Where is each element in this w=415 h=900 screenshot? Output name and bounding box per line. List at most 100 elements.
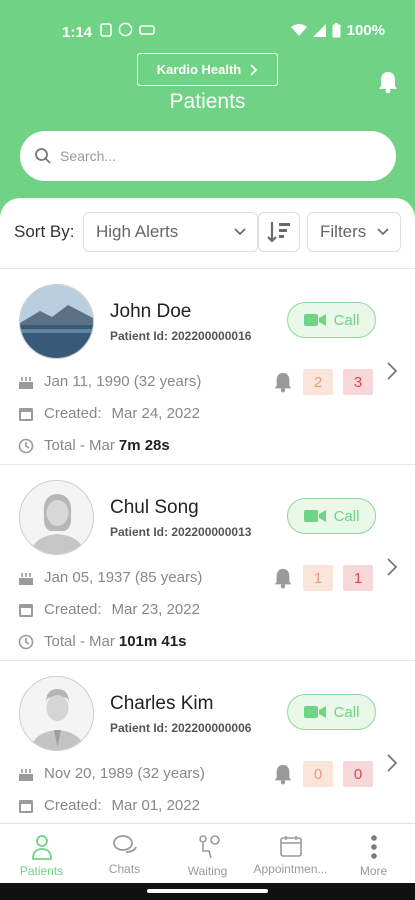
call-button[interactable]: Call bbox=[287, 498, 376, 534]
nav-chats[interactable]: Chats bbox=[83, 824, 166, 883]
video-camera-icon bbox=[303, 314, 326, 326]
search-icon bbox=[35, 148, 51, 164]
chevron-down-icon bbox=[377, 228, 389, 236]
patient-id: Patient Id: 202200000016 bbox=[110, 329, 252, 343]
birthday-cake-icon bbox=[19, 572, 33, 585]
total-value: 101m 41s bbox=[118, 633, 187, 650]
nav-label: Patients bbox=[19, 864, 64, 878]
video-camera-icon bbox=[303, 510, 326, 522]
nav-more[interactable]: More bbox=[332, 824, 415, 883]
patient-name: Chul Song bbox=[110, 497, 199, 518]
call-button[interactable]: Call bbox=[287, 694, 376, 730]
alert-high-badge: 1 bbox=[343, 565, 373, 591]
filters-label: Filters bbox=[320, 222, 367, 241]
calendar-icon bbox=[19, 407, 33, 421]
alert-bell-icon bbox=[274, 764, 292, 785]
home-gesture-handle[interactable] bbox=[147, 889, 268, 893]
search-bar[interactable] bbox=[20, 131, 396, 181]
chevron-right-icon bbox=[387, 754, 398, 772]
bottom-nav: Patients Chats Waiting Appointmen... Mor… bbox=[0, 823, 415, 883]
link-icon bbox=[139, 24, 155, 35]
sim-icon bbox=[100, 22, 112, 37]
video-camera-icon bbox=[303, 706, 326, 718]
patient-id: Patient Id: 202200000013 bbox=[110, 525, 252, 539]
avatar bbox=[19, 284, 94, 359]
nav-waiting[interactable]: Waiting bbox=[166, 824, 249, 883]
patient-card[interactable]: Chul Song Patient Id: 202200000013 Call … bbox=[0, 465, 415, 661]
status-notification-icons bbox=[100, 22, 155, 37]
gesture-bar bbox=[0, 883, 415, 900]
call-label: Call bbox=[333, 311, 360, 329]
alert-medium-badge: 0 bbox=[303, 761, 333, 787]
birthday-cake-icon bbox=[19, 376, 33, 389]
created-row: Created: Mar 23, 2022 bbox=[18, 601, 200, 618]
total-row: Total - Mar 101m 41s bbox=[18, 633, 186, 650]
total-label: Total - Mar bbox=[44, 633, 115, 650]
nav-patients[interactable]: Patients bbox=[0, 824, 83, 883]
dob-text: Jan 05, 1937 (85 years) bbox=[44, 569, 203, 586]
chevron-right-icon bbox=[387, 558, 398, 576]
alert-medium-badge: 1 bbox=[303, 565, 333, 591]
created-label: Created: bbox=[44, 601, 102, 618]
created-row: Created: Mar 01, 2022 bbox=[18, 797, 200, 814]
alert-bell-icon bbox=[274, 568, 292, 589]
patient-list: John Doe Patient Id: 202200000016 Call J… bbox=[0, 269, 415, 857]
brand-button-label: Kardio Health bbox=[156, 62, 242, 77]
created-label: Created: bbox=[44, 405, 102, 422]
call-button[interactable]: Call bbox=[287, 302, 376, 338]
alert-counts: 2 3 bbox=[273, 369, 373, 395]
nav-appointments[interactable]: Appointmen... bbox=[249, 824, 332, 883]
chat-bubbles-icon bbox=[112, 835, 137, 853]
dob-text: Nov 20, 1989 (32 years) bbox=[44, 765, 205, 782]
dob-text: Jan 11, 1990 (32 years) bbox=[44, 373, 202, 390]
alert-bell-icon bbox=[274, 372, 292, 393]
calendar-icon bbox=[19, 603, 33, 617]
calendar-icon bbox=[279, 836, 302, 857]
sort-bar: Sort By: High Alerts Filters bbox=[0, 210, 415, 256]
created-row: Created: Mar 24, 2022 bbox=[18, 405, 200, 422]
chevron-right-icon bbox=[387, 362, 398, 380]
chevron-right-icon bbox=[250, 63, 258, 76]
more-vertical-icon bbox=[370, 835, 377, 859]
status-right: 100% bbox=[290, 22, 385, 39]
wifi-icon bbox=[290, 24, 307, 36]
created-date: Mar 24, 2022 bbox=[111, 405, 200, 422]
status-bar: 1:14 100% bbox=[0, 0, 415, 60]
nav-label: Appointmen... bbox=[253, 862, 328, 876]
clock-icon bbox=[18, 634, 34, 649]
battery-percent: 100% bbox=[346, 22, 385, 39]
call-label: Call bbox=[333, 703, 360, 721]
sort-selected-value: High Alerts bbox=[96, 222, 179, 241]
total-row: Total - Mar 7m 28s bbox=[18, 437, 170, 454]
waiting-room-icon bbox=[198, 835, 220, 859]
sort-select[interactable]: High Alerts bbox=[83, 212, 258, 252]
dob-row: Nov 20, 1989 (32 years) bbox=[18, 765, 205, 782]
brand-button[interactable]: Kardio Health bbox=[137, 53, 278, 86]
nav-label: More bbox=[359, 864, 388, 878]
avatar bbox=[19, 676, 94, 751]
patients-sheet: Sort By: High Alerts Filters John Doe Pa… bbox=[0, 198, 415, 900]
patient-id: Patient Id: 202200000006 bbox=[110, 721, 252, 735]
patient-icon bbox=[31, 835, 52, 860]
call-label: Call bbox=[333, 507, 360, 525]
clock-icon bbox=[18, 438, 34, 453]
patient-card[interactable]: John Doe Patient Id: 202200000016 Call J… bbox=[0, 269, 415, 465]
search-input[interactable] bbox=[60, 148, 350, 164]
patient-name: John Doe bbox=[110, 301, 192, 322]
status-time: 1:14 bbox=[62, 24, 93, 41]
alert-medium-badge: 2 bbox=[303, 369, 333, 395]
sort-descending-icon bbox=[267, 222, 290, 243]
calendar-icon bbox=[19, 799, 33, 813]
page-title: Patients bbox=[169, 90, 246, 113]
signal-icon bbox=[312, 24, 326, 37]
patient-name: Charles Kim bbox=[110, 693, 214, 714]
filters-dropdown[interactable]: Filters bbox=[307, 212, 401, 252]
created-label: Created: bbox=[44, 797, 102, 814]
alert-counts: 0 0 bbox=[273, 761, 373, 787]
total-label: Total - Mar bbox=[44, 437, 115, 454]
whatsapp-icon bbox=[118, 22, 133, 37]
nav-label: Waiting bbox=[187, 864, 228, 878]
birthday-cake-icon bbox=[19, 768, 33, 781]
sort-order-button[interactable] bbox=[258, 212, 300, 252]
notification-bell-icon[interactable] bbox=[377, 70, 399, 99]
